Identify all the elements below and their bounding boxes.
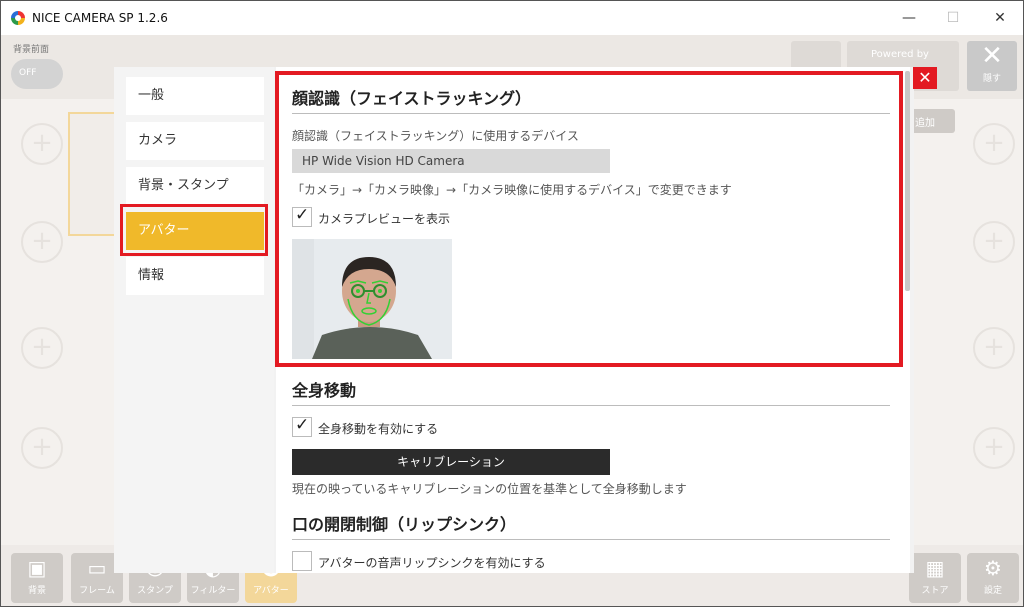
avatar-card[interactable] — [68, 112, 116, 236]
close-window-button[interactable]: ✕ — [989, 7, 1011, 29]
settings-button[interactable]: ⚙ 設定 — [967, 553, 1019, 603]
title-bar: NICE CAMERA SP 1.2.6 — ☐ ✕ — [1, 1, 1023, 35]
add-slot-icon[interactable]: + — [21, 221, 63, 263]
image-icon: ▣ — [27, 556, 47, 580]
bottom-button-label: スタンプ — [137, 586, 173, 596]
settings-scrollbar[interactable] — [905, 71, 910, 291]
close-dialog-icon[interactable]: ✕ — [913, 67, 937, 89]
nav-item-camera[interactable]: カメラ — [126, 122, 264, 160]
add-slot-icon[interactable]: + — [21, 427, 63, 469]
bottom-button-label: フレーム — [79, 586, 115, 596]
body-move-checkbox[interactable]: ✓ — [292, 415, 312, 437]
bg-front-toggle[interactable]: OFF — [11, 59, 63, 89]
calibration-hint: 現在の映っているキャリブレーションの位置を基準として全身移動します — [292, 482, 687, 496]
add-slot-icon[interactable]: + — [21, 327, 63, 369]
check-icon: ✓ — [295, 415, 310, 435]
lip-sync-label: アバターの音声リップシンクを有効にする — [318, 556, 546, 570]
settings-nav: 一般 カメラ 背景・スタンプ アバター 情報 — [114, 67, 274, 573]
store-button[interactable]: ▦ ストア — [909, 553, 961, 603]
bg-toggle-text: OFF — [19, 68, 37, 78]
face-section-highlight-box — [275, 71, 903, 367]
window-title: NICE CAMERA SP 1.2.6 — [32, 11, 168, 25]
section-divider — [292, 405, 890, 406]
body-move-title: 全身移動 — [292, 381, 357, 400]
bg-front-label: 背景前面 — [13, 45, 50, 55]
nav-highlight-box — [120, 204, 268, 256]
app-logo-icon — [11, 11, 25, 25]
lip-sync-checkbox[interactable] — [292, 551, 312, 571]
nav-item-background-stamp[interactable]: 背景・スタンプ — [126, 167, 264, 205]
nav-item-info[interactable]: 情報 — [126, 257, 264, 295]
calibration-button[interactable]: キャリブレーション — [292, 449, 610, 475]
app-window: NICE CAMERA SP 1.2.6 — ☐ ✕ 背景前面 OFF + + … — [0, 0, 1024, 607]
add-slot-icon[interactable]: + — [973, 327, 1015, 369]
gear-icon: ⚙ — [984, 556, 1002, 580]
close-icon: ✕ — [981, 41, 1003, 71]
bottom-button-label: アバター — [253, 586, 289, 596]
bottom-button-label: 設定 — [983, 586, 1002, 596]
add-slot-icon[interactable]: + — [21, 123, 63, 165]
add-slot-icon[interactable]: + — [973, 123, 1015, 165]
minimize-button[interactable]: — — [898, 7, 920, 29]
hide-button[interactable]: ✕ 隠す — [967, 41, 1017, 91]
background-tool-button[interactable]: ▣ 背景 — [11, 553, 63, 603]
body-move-label: 全身移動を有効にする — [318, 422, 439, 436]
maximize-button[interactable]: ☐ — [942, 7, 964, 29]
add-slot-icon[interactable]: + — [973, 427, 1015, 469]
hide-label: 隠す — [982, 74, 1001, 84]
nav-item-general[interactable]: 一般 — [126, 77, 264, 115]
add-button[interactable]: 追加 — [907, 109, 955, 133]
lip-sync-title: 口の開閉制御（リップシンク） — [292, 515, 517, 534]
bottom-button-label: 背景 — [27, 586, 46, 596]
powered-by-text: Powered by — [871, 49, 929, 60]
section-divider — [292, 539, 890, 540]
add-label: 追加 — [915, 118, 935, 129]
store-icon: ▦ — [925, 556, 945, 580]
bottom-button-label: フィルター — [190, 586, 236, 596]
add-slot-icon[interactable]: + — [973, 221, 1015, 263]
bottom-button-label: ストア — [921, 586, 949, 596]
